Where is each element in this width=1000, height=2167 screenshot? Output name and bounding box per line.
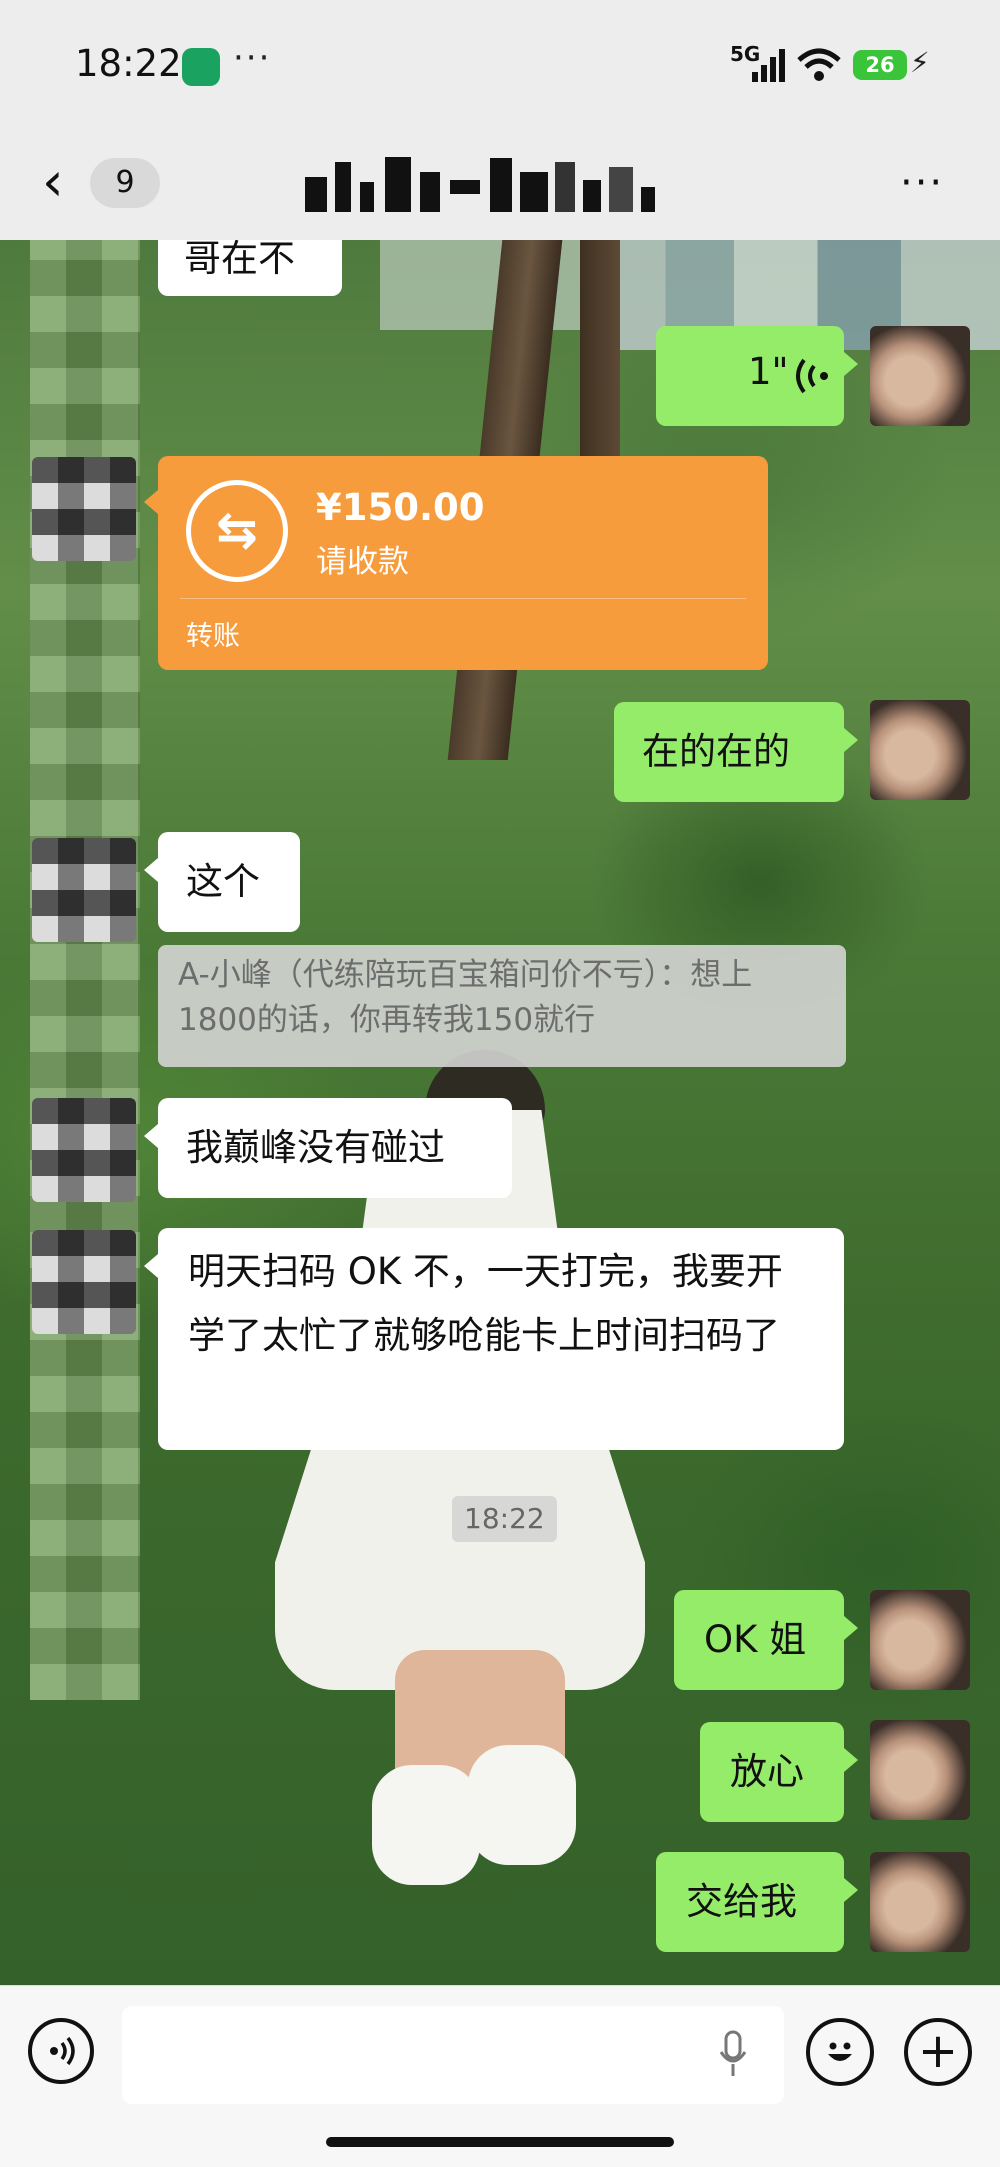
status-time: 18:22 xyxy=(75,42,182,85)
signal-icon xyxy=(752,49,785,82)
message-bubble-incoming[interactable]: 明天扫码 OK 不，一天打完，我要开学了太忙了就够呛能卡上时间扫码了 xyxy=(144,1228,844,1450)
contact-avatar[interactable] xyxy=(32,1230,136,1334)
message-bubble-outgoing[interactable]: 交给我 xyxy=(656,1852,858,1952)
transfer-divider xyxy=(180,598,746,599)
wallpaper-sandal xyxy=(468,1745,576,1865)
transfer-amount: ¥150.00 xyxy=(316,486,485,529)
message-bubble-outgoing[interactable]: 放心 xyxy=(700,1722,858,1822)
message-bubble-incoming[interactable]: 这个 xyxy=(144,832,300,932)
voice-mode-icon xyxy=(50,2036,75,2066)
home-indicator[interactable] xyxy=(326,2137,674,2147)
smiley-icon xyxy=(828,2042,852,2061)
chat-title-pixelated xyxy=(305,157,655,212)
my-avatar[interactable] xyxy=(870,1720,970,1820)
my-avatar[interactable] xyxy=(870,700,970,800)
microphone-icon[interactable] xyxy=(718,2030,748,2078)
message-bubble-incoming[interactable]: 我巅峰没有碰过 xyxy=(144,1098,512,1198)
more-notifications-icon: ··· xyxy=(233,38,272,78)
battery-level: 26 xyxy=(853,50,907,80)
my-avatar[interactable] xyxy=(870,1852,970,1952)
contact-avatar[interactable] xyxy=(32,838,136,942)
message-bubble-outgoing[interactable]: OK 姐 xyxy=(674,1590,858,1690)
unread-count-badge[interactable]: 9 xyxy=(90,158,160,208)
wifi-icon xyxy=(797,48,841,81)
voice-duration: 1" xyxy=(748,350,789,393)
transfer-label: 转账 xyxy=(186,621,240,652)
quoted-message[interactable]: A-小峰（代练陪玩百宝箱问价不亏）：想上1800的话，你再转我150就行 xyxy=(158,945,846,1067)
contact-avatar[interactable] xyxy=(32,457,136,561)
transfer-status: 请收款 xyxy=(316,544,409,580)
message-timestamp: 18:22 xyxy=(452,1496,557,1542)
more-options-icon[interactable]: ··· xyxy=(900,160,944,206)
my-avatar[interactable] xyxy=(870,1590,970,1690)
voice-message-bubble[interactable]: 1" xyxy=(656,326,858,426)
contact-avatar[interactable] xyxy=(32,1098,136,1202)
charging-icon: ⚡ xyxy=(910,46,930,79)
message-bubble-outgoing[interactable]: 在的在的 xyxy=(614,702,858,802)
more-actions-plus-icon[interactable]: + xyxy=(904,2018,972,2086)
app-notification-icon xyxy=(182,48,220,86)
wallpaper-sandal xyxy=(372,1765,480,1885)
my-avatar[interactable] xyxy=(870,326,970,426)
transfer-icon: ⇆ xyxy=(186,480,288,582)
voice-input-button[interactable] xyxy=(28,2018,94,2084)
message-input[interactable] xyxy=(122,2006,784,2104)
voice-wave-icon xyxy=(796,358,828,394)
transfer-card[interactable]: ⇆ ¥150.00 请收款 转账 xyxy=(144,456,768,670)
emoji-button[interactable] xyxy=(806,2018,874,2086)
back-icon[interactable]: ‹ xyxy=(42,155,64,209)
